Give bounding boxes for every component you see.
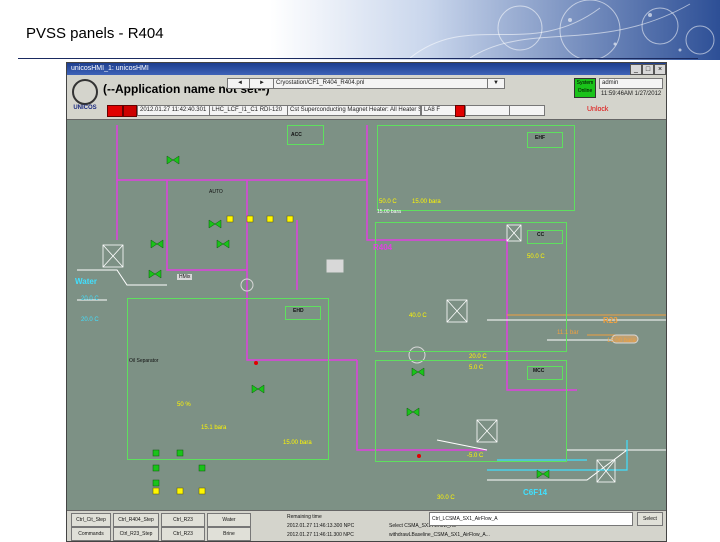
c6f14-label: C6F14 [523, 488, 548, 497]
window-title: unicosHMI_1: unicosHMI [71, 65, 149, 72]
footer-button-2[interactable]: Ctrl_R404_Step [113, 513, 159, 527]
footer-button-3[interactable]: Ctrl_R23 [161, 513, 205, 527]
alarm-red-small [455, 105, 465, 117]
cc-label: CC [537, 232, 545, 238]
alarm-indicator [123, 105, 137, 117]
ehd-label: EHD [293, 308, 304, 314]
unicos-hmi-window: unicosHMI_1: unicosHMI _ □ × UNICOS (--A… [66, 62, 667, 542]
close-icon[interactable]: × [654, 64, 666, 75]
r23-label: R23 [603, 316, 618, 325]
val-v6: 20.0 C [81, 296, 99, 302]
event-text: Cst Superconducting Magnet Heater: All H… [287, 105, 421, 116]
r404-label: R404 [373, 243, 393, 252]
val-v11: 5.0 C [469, 365, 484, 371]
footer-event-device-2: withdrawLBaseline_CSMA_SX1_AirFlow_A... [389, 532, 490, 538]
forward-button[interactable]: ► [249, 78, 275, 89]
unicos-logo: UNICOS [71, 79, 99, 115]
val-v15: -5.0 C [467, 453, 484, 459]
val-v3: 50.0 C [527, 254, 545, 260]
footer-button-1[interactable]: Ctrl_Cit_Step [71, 513, 111, 527]
val-v8: 15.00 bara [607, 338, 636, 344]
select-button[interactable]: Select [637, 512, 663, 526]
val-v13: 15.1 bara [201, 425, 227, 431]
window-titlebar: unicosHMI_1: unicosHMI _ □ × [67, 63, 666, 75]
cc-box[interactable] [527, 230, 563, 244]
val-v16: 30.0 C [437, 495, 455, 501]
water-label: Water [75, 277, 97, 286]
hmix-label[interactable]: HMix [177, 274, 193, 280]
hmi-footer: Ctrl_Cit_Step Ctrl_R404_Step Ctrl_R23 Wa… [67, 510, 666, 541]
val-v7: 20.0 C [81, 317, 99, 323]
footer-button-6[interactable]: Ctrl_R23_Step [113, 527, 159, 541]
oil-group [127, 298, 329, 460]
event-right: LA8 F [421, 105, 457, 116]
val-v12: 50 % [177, 402, 191, 408]
r404-region [71, 130, 378, 202]
device-select-field[interactable]: Ctrl_LCSMA_SX1_AirFlow_A [429, 512, 633, 526]
footer-event-time-2: 2012.01.27 11:46:11.300 NPC [287, 532, 354, 538]
oil-separator-label: Oil Separator [129, 358, 159, 364]
clock: 11:59:46AM 1/27/2012 [601, 91, 661, 97]
dropdown-arrow-icon[interactable]: ▼ [487, 78, 505, 89]
event-device: LHC_LCF_I1_C1 RDI-120 [209, 105, 289, 116]
footer-button-7[interactable]: Ctrl_R23 [161, 527, 205, 541]
slide-title: PVSS panels - R404 [26, 25, 164, 42]
val-v10: 20.0 C [469, 354, 487, 360]
mcc-label: MCC [533, 368, 545, 374]
synoptic-area: ACC EHF CC EHD MCC R404 Water R23 C6F14 … [67, 120, 666, 510]
event-scroll[interactable] [509, 105, 545, 116]
event-filter[interactable] [465, 105, 511, 116]
footer-event-time-1: 2012.01.27 11:46:13.300 NPC [287, 523, 355, 529]
user-field[interactable]: admin [599, 78, 663, 89]
val-v2: 15.00 bara [412, 199, 441, 205]
unlock-label[interactable]: Unlock [587, 106, 608, 113]
alarm-ack-button[interactable] [107, 105, 123, 117]
minimize-icon[interactable]: _ [630, 64, 642, 75]
footer-button-4[interactable]: Water [207, 513, 251, 527]
footer-button-5[interactable]: Commands [71, 527, 111, 541]
title-rule [18, 58, 698, 59]
maximize-icon[interactable]: □ [642, 64, 654, 75]
val-v1: 50.0 C [379, 199, 397, 205]
hmi-header: UNICOS (--Application name not set--) ◄ … [67, 75, 666, 120]
val-v9: 11.1 bar [557, 330, 579, 336]
auto-label: AUTO [209, 189, 223, 195]
event-time: 2012.01.27 11:42:40.301 [137, 105, 211, 116]
remaining-time-label: Remaining time [287, 514, 322, 520]
val-v14: 15.00 bara [283, 440, 312, 446]
ehf-box[interactable] [527, 132, 563, 148]
val-v5: 40.0 C [409, 313, 427, 319]
ehf-label: EHF [535, 135, 545, 141]
header-banner [270, 0, 720, 60]
panel-path-field[interactable]: Cryostation/CF1_R404_R404.pnl [273, 78, 489, 89]
system-status: System Online [574, 78, 596, 98]
val-v4: 15.00 bara [377, 209, 401, 215]
footer-button-8[interactable]: Brine [207, 527, 251, 541]
